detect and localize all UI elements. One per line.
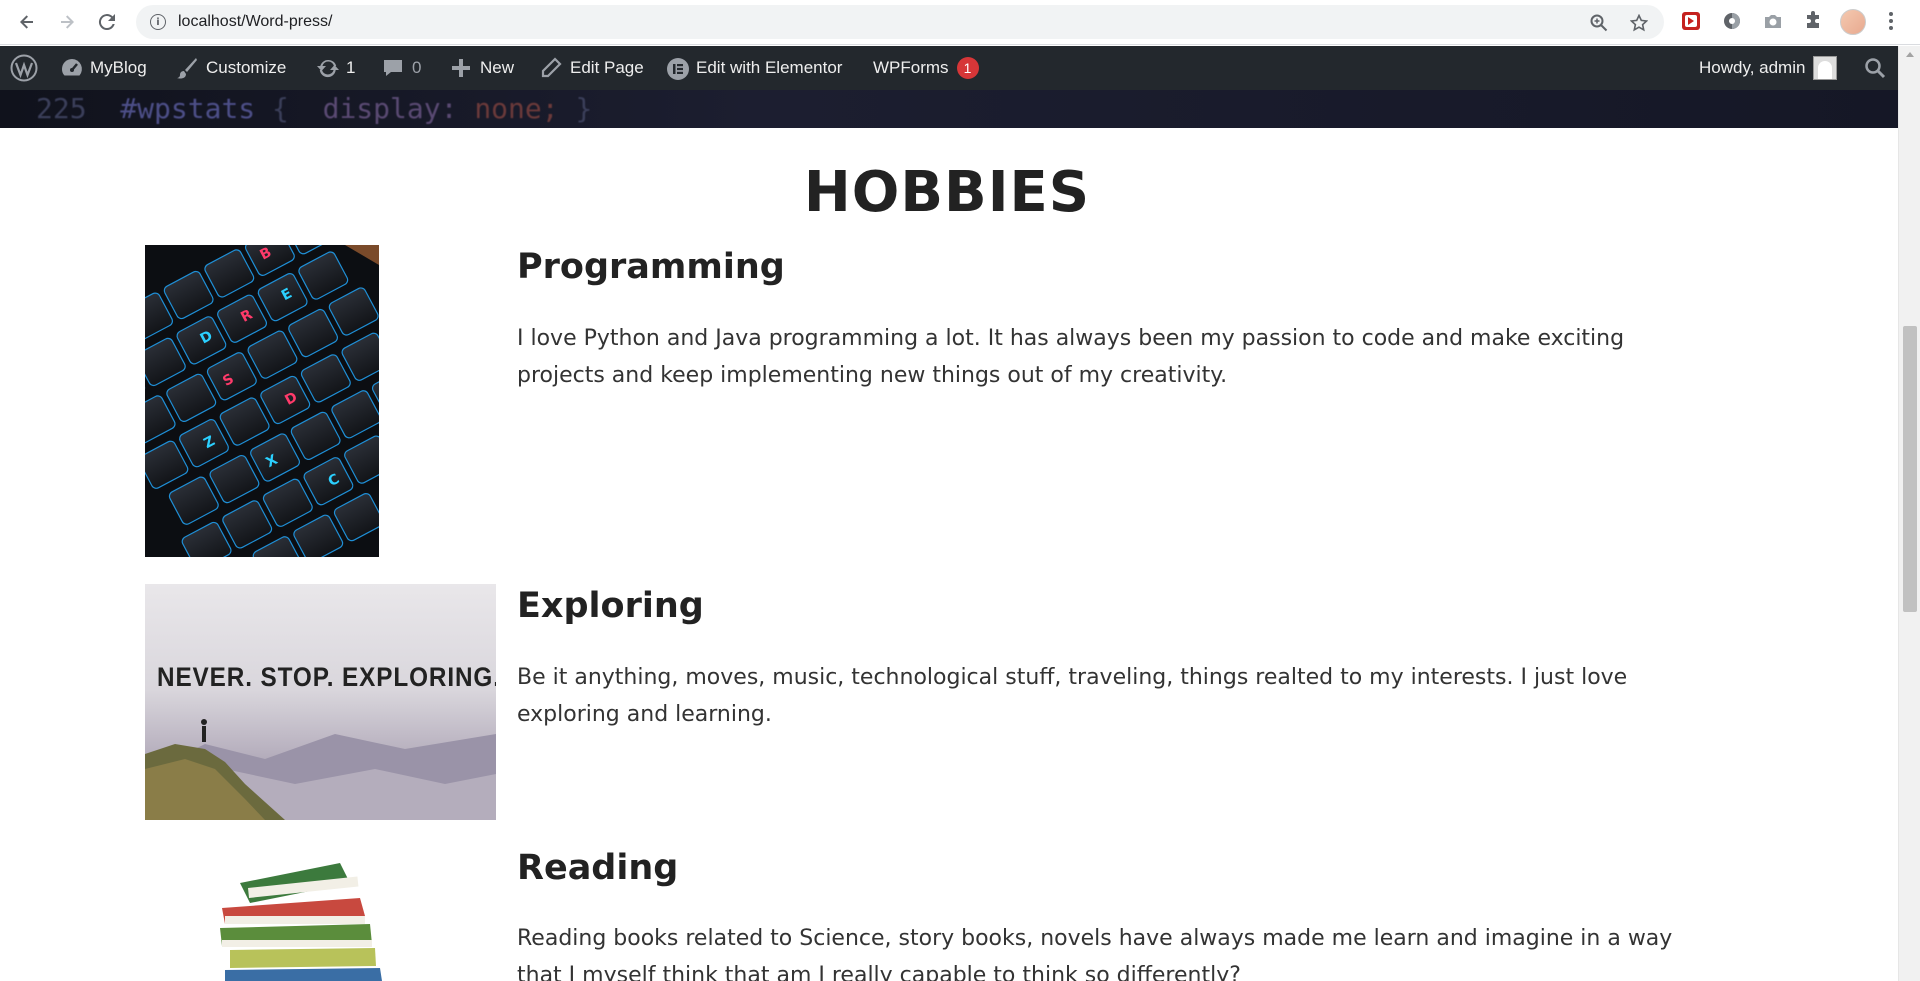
extension-circle-icon[interactable]: [1721, 10, 1743, 32]
camera-icon[interactable]: [1762, 10, 1784, 32]
admin-bar-edit-page[interactable]: Edit Page: [540, 46, 644, 90]
hobby-text-reading: Reading books related to Science, story …: [517, 926, 1673, 981]
hobby-title-programming: Programming: [517, 247, 785, 287]
banner-line-number: 225: [36, 92, 87, 125]
new-label: New: [480, 58, 515, 77]
banner-selector: #wpstats: [120, 92, 256, 125]
paintbrush-icon: [176, 57, 198, 79]
extensions-puzzle-icon[interactable]: [1802, 10, 1824, 32]
admin-bar-site-link[interactable]: MyBlog: [60, 46, 147, 90]
elementor-label: Edit with Elementor: [696, 58, 843, 77]
admin-bar-elementor[interactable]: Edit with Elementor: [666, 46, 842, 90]
browser-toolbar: i localhost/Word-press/: [0, 0, 1920, 45]
elementor-logo-icon: [666, 57, 689, 80]
page-scrollbar[interactable]: [1898, 46, 1920, 981]
profile-avatar[interactable]: [1840, 9, 1866, 35]
reading-books-image: [200, 858, 430, 981]
video-extension-icon[interactable]: [1680, 10, 1702, 32]
wpforms-label: WPForms: [873, 58, 949, 77]
wpforms-notification-badge: 1: [956, 57, 979, 79]
banner-code-text: 225 #wpstats { display: none; }: [36, 92, 592, 125]
scrollbar-thumb[interactable]: [1903, 326, 1917, 612]
admin-bar-wpforms[interactable]: WPForms 1: [873, 46, 979, 90]
admin-bar-search-icon[interactable]: [1864, 46, 1886, 90]
back-icon[interactable]: [12, 8, 42, 36]
zoom-icon[interactable]: [1590, 14, 1608, 32]
admin-bar-new[interactable]: New: [450, 46, 514, 90]
wordpress-logo-icon[interactable]: [10, 46, 38, 90]
reload-icon[interactable]: [92, 8, 122, 36]
hobby-text-programming: I love Python and Java programming a lot…: [517, 326, 1625, 388]
site-name-label: MyBlog: [90, 58, 147, 77]
banner-property: display:: [322, 92, 458, 125]
comments-count: 0: [412, 58, 422, 77]
hobby-text-exploring: Be it anything, moves, music, technologi…: [517, 665, 1628, 727]
updates-count: 1: [346, 58, 356, 77]
bookmark-star-icon[interactable]: [1629, 13, 1649, 32]
admin-bar-account[interactable]: Howdy, admin: [1699, 46, 1838, 90]
banner-value: none;: [474, 92, 559, 125]
dashboard-gauge-icon: [60, 57, 82, 79]
exploring-image-caption: NEVER. STOP. EXPLORING.: [157, 662, 496, 692]
edit-page-label: Edit Page: [570, 58, 644, 77]
hobby-title-exploring: Exploring: [517, 586, 704, 626]
header-code-banner: 225 #wpstats { display: none; }: [0, 90, 1898, 128]
banner-open-brace: {: [272, 92, 289, 125]
wp-admin-bar: MyBlog Customize 1 0 New Edit Page Edit …: [0, 46, 1898, 90]
user-avatar-icon: [1813, 56, 1838, 80]
customize-label: Customize: [206, 58, 287, 77]
admin-bar-comments[interactable]: 0: [382, 46, 421, 90]
plus-icon: [450, 57, 472, 79]
howdy-label: Howdy, admin: [1699, 58, 1806, 77]
scroll-up-arrow-icon[interactable]: [1906, 52, 1914, 57]
address-bar[interactable]: i localhost/Word-press/: [136, 5, 1664, 39]
site-info-icon[interactable]: i: [150, 14, 166, 30]
banner-close-brace: }: [575, 92, 593, 125]
updates-refresh-icon: [316, 57, 339, 79]
forward-icon[interactable]: [52, 8, 82, 36]
pencil-icon: [540, 57, 562, 79]
admin-bar-customize[interactable]: Customize: [176, 46, 286, 90]
comment-bubble-icon: [382, 57, 404, 79]
url-text[interactable]: localhost/Word-press/: [178, 13, 332, 31]
hobby-title-reading: Reading: [517, 848, 679, 888]
admin-bar-updates[interactable]: 1: [316, 46, 355, 90]
browser-menu-icon[interactable]: [1880, 10, 1902, 32]
programming-keyboard-image: DZXCE RSDB: [145, 245, 379, 557]
hobbies-heading: HOBBIES: [803, 160, 1091, 225]
exploring-mountain-image: NEVER. STOP. EXPLORING.: [145, 584, 496, 820]
